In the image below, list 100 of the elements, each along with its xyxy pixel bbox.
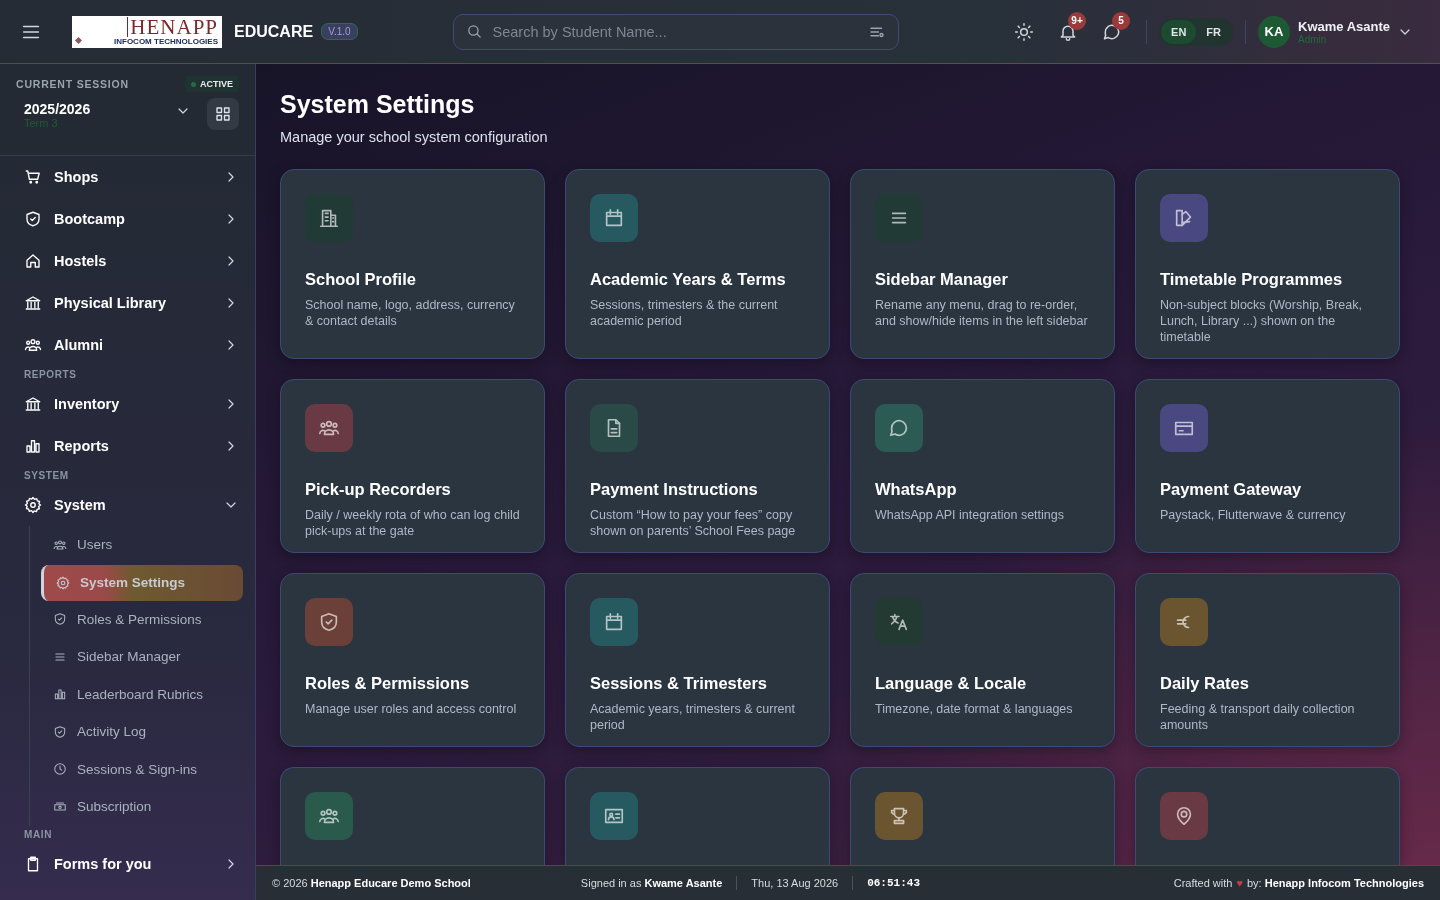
message-count: 5 [1112, 11, 1131, 30]
search-field[interactable]: Search by Student Name... [452, 13, 899, 50]
settings-card[interactable] [565, 767, 830, 865]
page-title: System Settings [280, 90, 476, 119]
date-text: Thu, 13 Aug 2026 [751, 877, 839, 889]
language-option[interactable]: EN [1161, 19, 1197, 44]
settings-card[interactable]: Roles & Permissions Manage user roles and access control [280, 573, 545, 747]
nav-item[interactable]: Inventory [24, 383, 239, 425]
status-badge: ACTIVE [185, 76, 239, 92]
signed-in-text: Signed in as Kwame Asante [580, 877, 723, 889]
card-title: Daily Rates [1160, 674, 1249, 693]
nav-item[interactable]: Forms for you [24, 842, 239, 885]
bar-chart-icon [24, 437, 42, 455]
settings-card[interactable]: Daily Rates Feeding & transport daily collection amounts [1135, 573, 1400, 747]
submenu-item[interactable]: Sessions & Sign-ins [41, 750, 243, 788]
card-description: Daily / weekly rota of who can log child pick-ups at the gate [305, 507, 520, 539]
settings-card[interactable]: Payment Gateway Paystack, Flutterwave & currency [1135, 379, 1400, 553]
calendar-icon [603, 207, 625, 229]
nav-item[interactable]: System [24, 484, 239, 526]
submenu-item[interactable]: Leaderboard Rubrics [41, 675, 243, 713]
shield-icon [318, 611, 340, 633]
trophy-icon [888, 805, 910, 827]
card-title: Payment Gateway [1160, 480, 1302, 499]
calendar-icon [603, 611, 625, 633]
session-year: 2025/2026 [24, 101, 92, 117]
app-name: EDUCARE [234, 22, 314, 41]
settings-card[interactable]: Pick-up Recorders Daily / weekly rota of who can log child pick-ups at the gate [280, 379, 545, 553]
house-icon [24, 252, 42, 270]
nav-item[interactable]: Shops [24, 156, 239, 198]
nav-item[interactable]: Reports [24, 425, 239, 467]
card-title: Roles & Permissions [305, 674, 470, 693]
nav-item[interactable]: Hostels [24, 240, 239, 282]
settings-card[interactable]: School Profile School name, logo, address, currency & contact details [280, 169, 545, 359]
people-icon [24, 336, 42, 354]
clock-icon [53, 762, 67, 777]
card-description: Paystack, Flutterwave & currency [1160, 507, 1346, 523]
shield-icon [53, 612, 67, 627]
page-subtitle: Manage your school system configuration [280, 129, 549, 145]
submenu-item[interactable]: Users [41, 526, 243, 564]
logo-title: HENAPP [127, 17, 218, 37]
user-avatar[interactable]: KA [1258, 15, 1290, 48]
section-heading: MAIN [24, 827, 53, 842]
card-description: Non-subject blocks (Worship, Break, Lunch, Library ...) shown on the timetable [1160, 297, 1363, 345]
card-title: School Profile [305, 270, 416, 289]
chat-icon [888, 417, 910, 439]
nav-item[interactable]: Bootcamp [24, 198, 239, 240]
submenu-item[interactable]: Activity Log [41, 713, 243, 751]
settings-card[interactable] [850, 767, 1115, 865]
notification-count: 9+ [1068, 11, 1087, 30]
cart-icon [24, 168, 42, 186]
card-title: Payment Instructions [590, 480, 758, 499]
building-icon [24, 294, 42, 312]
card-title: Sessions & Trimesters [590, 674, 767, 693]
settings-card[interactable]: Academic Years & Terms Sessions, trimesters & the current academic period [565, 169, 830, 359]
user-role: Admin [1298, 33, 1328, 45]
submenu-item[interactable]: System Settings [41, 564, 243, 601]
settings-card[interactable]: Timetable Programmes Non-subject blocks (Worship, Break, Lunch, Library ...) shown on the timetable [1135, 169, 1400, 359]
messages-button[interactable]: 5 [1090, 13, 1135, 50]
card-description: Feeding & transport daily collection amounts [1160, 701, 1356, 733]
submenu-item[interactable]: Sidebar Manager [41, 638, 243, 676]
shield-icon [53, 724, 67, 739]
clock-text: 06:51:43 [867, 877, 920, 889]
settings-card[interactable]: WhatsApp WhatsApp API integration settings [850, 379, 1115, 553]
nav-item[interactable]: Physical Library [24, 282, 239, 324]
copyright-text: © 2026 Henapp Educare Demo School [272, 877, 471, 889]
credit-prefix: Crafted with [1173, 877, 1233, 889]
card-description: Sessions, trimesters & the current academic period [590, 297, 779, 329]
settings-card[interactable]: Language & Locale Timezone, date format & languages [850, 573, 1115, 747]
card-description: School name, logo, address, currency & contact details [305, 297, 516, 329]
credit-text: by: Henapp Infocom Technologies [1246, 877, 1424, 889]
card-title: WhatsApp [875, 480, 957, 499]
sun-icon [1014, 21, 1035, 42]
section-heading: SYSTEM [24, 469, 70, 483]
version-badge: V.1.0 [321, 23, 358, 40]
card-description: Rename any menu, drag to re-order, and show/hide items in the left sidebar [875, 297, 1089, 329]
settings-card[interactable] [280, 767, 545, 865]
apps-button[interactable] [207, 98, 239, 130]
user-name: Kwame Asante [1298, 18, 1390, 34]
heart-icon: ♥ [1236, 877, 1243, 889]
card-description: Manage user roles and access control [305, 701, 517, 717]
card-title: Language & Locale [875, 674, 1027, 693]
settings-card[interactable] [1135, 767, 1400, 865]
shield-icon [24, 210, 42, 228]
grid-icon [214, 105, 232, 123]
card-description: Timezone, date format & languages [875, 701, 1073, 717]
search-icon [465, 23, 483, 40]
search-input[interactable]: Search by Student Name... [490, 22, 860, 41]
settings-card[interactable]: Sessions & Trimesters Academic years, trimesters & current period [565, 573, 830, 747]
gear-icon [24, 496, 42, 514]
settings-card[interactable]: Payment Instructions Custom “How to pay your fees” copy shown on parents’ School Fees page [565, 379, 830, 553]
language-option[interactable]: FR [1196, 19, 1231, 44]
building-icon [24, 395, 42, 413]
notifications-button[interactable]: 9+ [1046, 13, 1091, 50]
submenu-item[interactable]: Subscription [41, 788, 243, 826]
gear-icon [56, 575, 70, 590]
bar-chart-icon [53, 687, 67, 702]
submenu-item[interactable]: Roles & Permissions [41, 600, 243, 638]
card-title: Academic Years & Terms [590, 270, 786, 289]
settings-card[interactable]: Sidebar Manager Rename any menu, drag to re-order, and show/hide items in the left sidebar [850, 169, 1115, 359]
nav-item[interactable]: Alumni [24, 324, 239, 366]
